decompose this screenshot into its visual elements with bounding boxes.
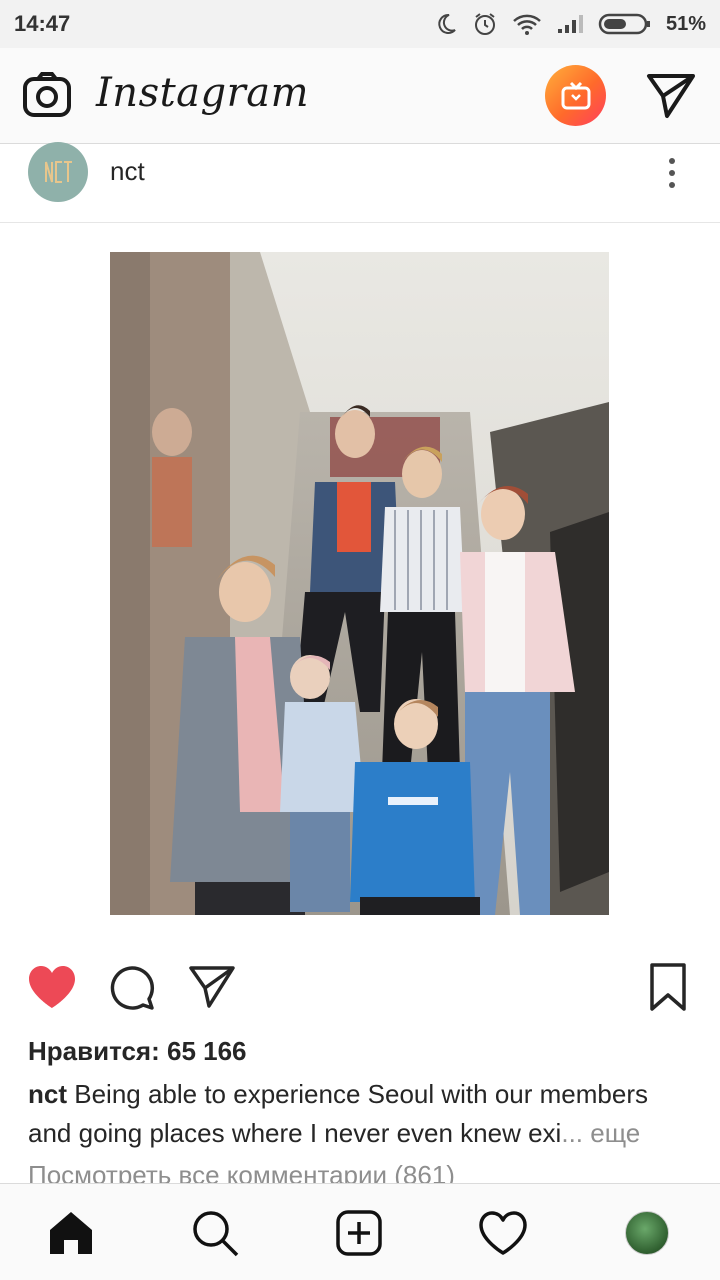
instagram-logo: Instagram <box>96 70 310 116</box>
save-button[interactable] <box>649 962 687 1017</box>
new-post-icon <box>336 1210 382 1256</box>
direct-message-button[interactable] <box>646 72 696 120</box>
moon-icon <box>438 13 456 34</box>
bookmark-icon <box>650 963 686 1011</box>
like-button[interactable] <box>27 964 77 1015</box>
nav-home[interactable] <box>46 1208 96 1258</box>
post-image <box>110 252 609 915</box>
signal-icon <box>557 15 583 33</box>
more-vertical-icon <box>669 158 675 188</box>
igtv-icon <box>561 81 590 109</box>
home-icon <box>50 1212 92 1254</box>
battery-icon <box>598 13 650 35</box>
post-photo[interactable] <box>110 252 609 915</box>
status-time: 14:47 <box>14 11 71 36</box>
post-caption: nct Being able to experience Seoul with … <box>28 1075 698 1153</box>
alarm-icon <box>474 13 495 35</box>
likes-count[interactable]: Нравится: 65 166 <box>28 1036 247 1067</box>
heart-icon <box>29 966 75 1008</box>
post-avatar[interactable] <box>28 142 88 202</box>
post-header: nct <box>0 142 720 223</box>
post-actions <box>0 958 720 1022</box>
camera-icon <box>23 72 71 117</box>
share-button[interactable] <box>188 964 236 1015</box>
caption-text: Being able to experience Seoul with our … <box>28 1079 648 1148</box>
nav-activity[interactable] <box>478 1208 528 1258</box>
activity-icon <box>479 1211 527 1255</box>
caption-username[interactable]: nct <box>28 1079 67 1109</box>
caption-more-link[interactable]: еще <box>590 1118 640 1148</box>
nav-new-post[interactable] <box>334 1208 384 1258</box>
post-options-button[interactable] <box>660 155 684 191</box>
post-username[interactable]: nct <box>110 156 145 187</box>
camera-button[interactable] <box>22 72 72 118</box>
search-icon <box>193 1211 239 1257</box>
share-icon <box>189 966 235 1008</box>
comment-icon <box>110 966 155 1010</box>
nct-logo-icon <box>45 161 72 183</box>
nav-profile[interactable] <box>622 1208 672 1258</box>
igtv-button[interactable] <box>545 65 606 126</box>
caption-ellipsis: ... <box>561 1118 584 1148</box>
comment-button[interactable] <box>108 964 156 1017</box>
direct-message-icon <box>647 74 695 118</box>
status-icons: 51% <box>434 11 706 37</box>
app-header: Instagram <box>0 48 720 144</box>
bottom-nav <box>0 1183 720 1280</box>
battery-percent: 51% <box>665 12 706 35</box>
status-bar: 14:47 51% <box>0 0 720 48</box>
wifi-icon <box>513 14 541 35</box>
nav-search[interactable] <box>190 1208 240 1258</box>
profile-icon <box>625 1211 669 1255</box>
